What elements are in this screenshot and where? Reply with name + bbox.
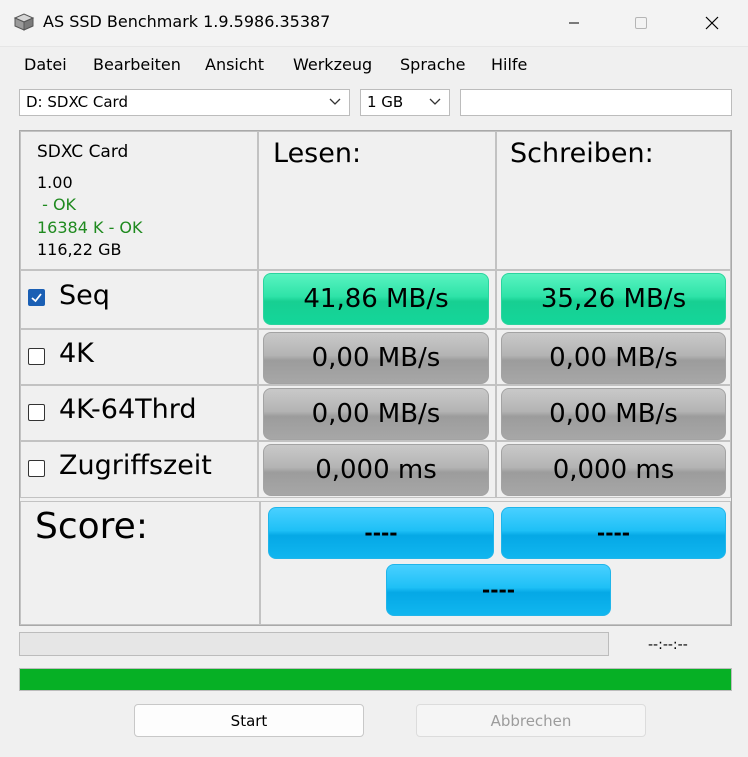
seq-read-result: 41,86 MB/s <box>263 273 489 325</box>
elapsed-time: --:--:-- <box>648 637 688 653</box>
row-label-seq: Seq <box>20 270 258 329</box>
menu-bearbeiten[interactable]: Bearbeiten <box>93 55 181 74</box>
4k-write-result: 0,00 MB/s <box>501 332 726 384</box>
checkbox-seq[interactable] <box>28 289 45 306</box>
overall-progress-bar <box>19 668 732 691</box>
label-zugriffszeit: Zugriffszeit <box>59 450 212 481</box>
row-label-zugriffszeit: Zugriffszeit <box>20 441 258 498</box>
seq-write-cell: 35,26 MB/s <box>496 270 731 329</box>
label-seq: Seq <box>59 280 110 311</box>
size-select[interactable]: 1 GB <box>360 89 450 116</box>
read-header-cell: Lesen: <box>258 131 496 270</box>
4k-write-cell: 0,00 MB/s <box>496 329 731 385</box>
4k64-read-cell: 0,00 MB/s <box>258 385 496 441</box>
4k-read-result: 0,00 MB/s <box>263 332 489 384</box>
check-icon <box>31 293 42 303</box>
drive-select[interactable]: D: SDXC Card <box>19 89 350 116</box>
score-read: ---- <box>268 507 494 559</box>
access-read-cell: 0,000 ms <box>258 441 496 498</box>
drive-version: 1.00 <box>37 173 73 192</box>
4k-read-cell: 0,00 MB/s <box>258 329 496 385</box>
close-icon <box>705 16 719 30</box>
extra-field[interactable] <box>460 89 732 116</box>
write-header: Schreiben: <box>510 138 654 169</box>
seq-write-result: 35,26 MB/s <box>501 273 726 325</box>
seq-read-cell: 41,86 MB/s <box>258 270 496 329</box>
score-label-cell: Score: <box>20 501 260 625</box>
app-icon <box>13 12 35 32</box>
close-button[interactable] <box>689 0 735 46</box>
menu-sprache[interactable]: Sprache <box>400 55 465 74</box>
maximize-button[interactable] <box>618 0 664 46</box>
write-header-cell: Schreiben: <box>496 131 731 270</box>
access-write-result: 0,000 ms <box>501 444 726 496</box>
drive-status-1: - OK <box>37 195 77 214</box>
results-grid: SDXC Card 1.00 - OK 16384 K - OK 116,22 … <box>19 130 732 626</box>
checkbox-4k[interactable] <box>28 348 45 365</box>
test-progress-bar <box>19 632 609 656</box>
4k64-read-result: 0,00 MB/s <box>263 388 489 440</box>
window-title: AS SSD Benchmark 1.9.5986.35387 <box>43 12 331 31</box>
menu-hilfe[interactable]: Hilfe <box>491 55 527 74</box>
size-select-value: 1 GB <box>367 93 404 111</box>
drive-status-2: 16384 K - OK <box>37 218 143 237</box>
score-total: ---- <box>386 564 611 616</box>
menu-ansicht[interactable]: Ansicht <box>205 55 264 74</box>
checkbox-4k-64thrd[interactable] <box>28 404 45 421</box>
chevron-down-icon <box>329 98 341 105</box>
score-write: ---- <box>501 507 726 559</box>
access-read-result: 0,000 ms <box>263 444 489 496</box>
start-button[interactable]: Start <box>134 704 364 737</box>
minimize-button[interactable] <box>551 0 597 46</box>
score-label: Score: <box>35 506 148 547</box>
drive-info-cell: SDXC Card 1.00 - OK 16384 K - OK 116,22 … <box>20 131 258 270</box>
menu-werkzeug[interactable]: Werkzeug <box>293 55 372 74</box>
maximize-icon <box>635 17 647 29</box>
label-4k-64thrd: 4K-64Thrd <box>59 394 197 425</box>
4k64-write-cell: 0,00 MB/s <box>496 385 731 441</box>
row-label-4k-64thrd: 4K-64Thrd <box>20 385 258 441</box>
drive-capacity: 116,22 GB <box>37 240 122 259</box>
minimize-icon <box>569 22 579 24</box>
menu-datei[interactable]: Datei <box>24 55 67 74</box>
read-header: Lesen: <box>273 138 362 169</box>
access-write-cell: 0,000 ms <box>496 441 731 498</box>
checkbox-zugriffszeit[interactable] <box>28 460 45 477</box>
cancel-button[interactable]: Abbrechen <box>416 704 646 737</box>
row-label-4k: 4K <box>20 329 258 385</box>
drive-select-value: D: SDXC Card <box>26 93 128 111</box>
4k64-write-result: 0,00 MB/s <box>501 388 726 440</box>
overall-progress-fill <box>20 669 731 690</box>
chevron-down-icon <box>429 98 441 105</box>
label-4k: 4K <box>59 338 94 369</box>
score-values-cell: ---- ---- ---- <box>260 501 731 625</box>
drive-name: SDXC Card <box>37 142 129 162</box>
